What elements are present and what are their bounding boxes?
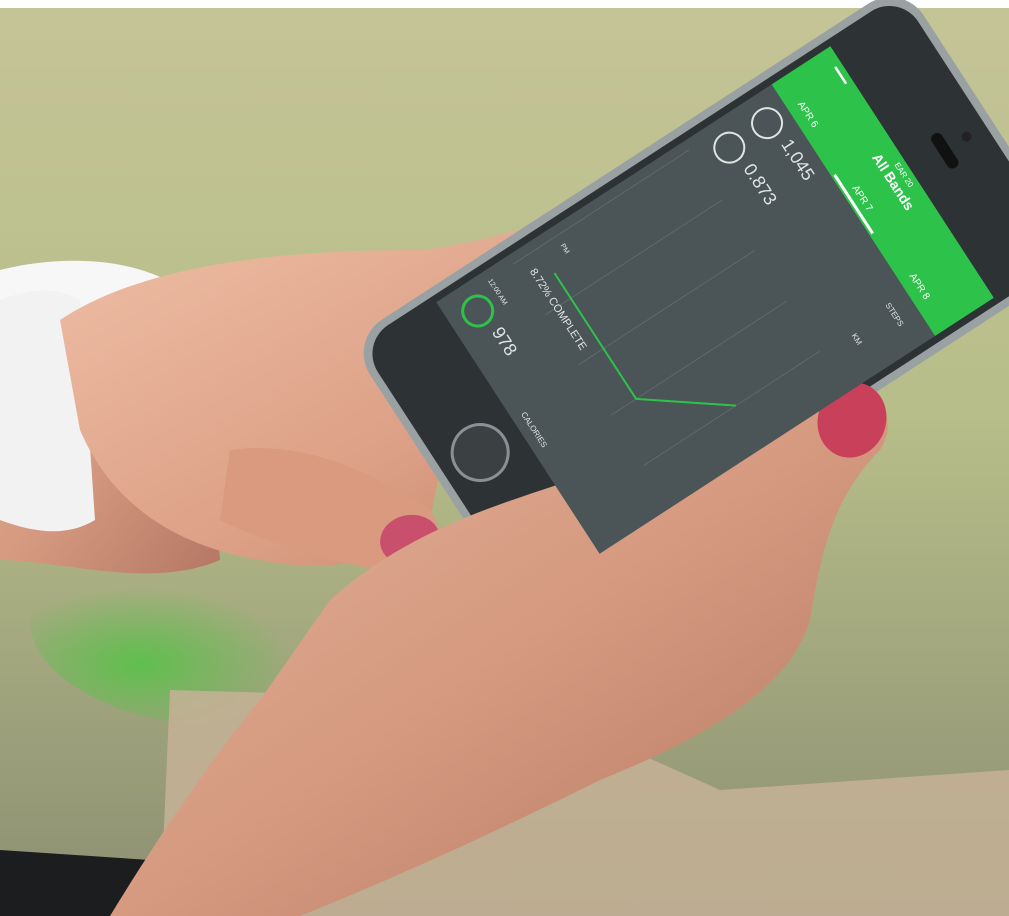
background-photo xyxy=(0,0,1009,916)
top-border xyxy=(0,0,1009,8)
photo-scene: All Bands EAR 20 APR 6 APR 7 APR 8 1,045… xyxy=(0,0,1009,916)
